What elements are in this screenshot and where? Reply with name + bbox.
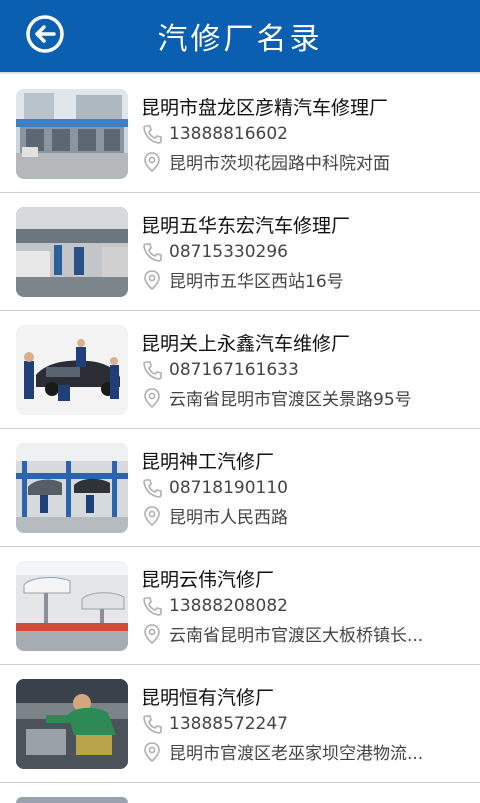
back-arrow-icon	[26, 15, 64, 53]
shop-address: 昆明市五华区西站16号	[169, 272, 344, 292]
top-bar: 汽修厂名录	[0, 0, 480, 72]
phone-number: 13888208082	[169, 596, 288, 616]
list-item[interactable]: 昆明关上永鑫汽车维修厂 087167161633 云南省昆明市官渡区关景路95号	[0, 311, 480, 429]
address-row: 昆明市五华区西站16号	[141, 267, 344, 292]
phone-icon	[143, 243, 162, 262]
location-pin-icon	[144, 151, 160, 172]
phone-number: 13888816602	[169, 124, 288, 144]
address-row: 昆明市人民西路	[141, 503, 288, 528]
address-row: 云南省昆明市官渡区关景路95号	[141, 385, 412, 410]
shop-photo	[16, 443, 128, 533]
phone-row[interactable]: 13888208082	[141, 595, 288, 617]
shop-name: 昆明神工汽修厂	[141, 451, 275, 473]
phone-row[interactable]: 13888816602	[141, 123, 288, 145]
phone-row[interactable]: 08718190110	[141, 477, 288, 499]
location-pin-icon	[144, 741, 160, 762]
shop-name: 昆明恒有汽修厂	[141, 687, 275, 709]
repair-shop-list: 昆明市盘龙区彦精汽车修理厂 13888816602 昆明市茨坝花园路中科院对面	[0, 75, 480, 783]
phone-icon	[143, 597, 162, 616]
back-button[interactable]	[25, 14, 65, 54]
list-item[interactable]: 昆明恒有汽修厂 13888572247 昆明市官渡区老巫家坝空港物流...	[0, 665, 480, 783]
phone-number: 13888572247	[169, 714, 288, 734]
phone-icon	[143, 479, 162, 498]
location-pin-icon	[144, 387, 160, 408]
shop-address: 昆明市人民西路	[169, 508, 288, 528]
shop-name: 昆明五华东宏汽车修理厂	[141, 215, 351, 237]
phone-number: 08718190110	[169, 478, 288, 498]
location-pin-icon	[144, 269, 160, 290]
phone-icon	[143, 361, 162, 380]
shop-name: 昆明云伟汽修厂	[141, 569, 275, 591]
list-item[interactable]: 昆明市盘龙区彦精汽车修理厂 13888816602 昆明市茨坝花园路中科院对面	[0, 75, 480, 193]
list-item[interactable]: 昆明云伟汽修厂 13888208082 云南省昆明市官渡区大板桥镇长...	[0, 547, 480, 665]
phone-icon	[143, 715, 162, 734]
shop-photo	[16, 89, 128, 179]
phone-row[interactable]: 08715330296	[141, 241, 288, 263]
phone-icon	[143, 125, 162, 144]
shop-name: 昆明市盘龙区彦精汽车修理厂	[141, 97, 389, 119]
phone-row[interactable]: 13888572247	[141, 713, 288, 735]
shop-photo	[16, 679, 128, 769]
shop-photo	[16, 207, 128, 297]
list-item[interactable]: 昆明五华东宏汽车修理厂 08715330296 昆明市五华区西站16号	[0, 193, 480, 311]
phone-row[interactable]: 087167161633	[141, 359, 299, 381]
address-row: 昆明市茨坝花园路中科院对面	[141, 149, 390, 174]
phone-number: 08715330296	[169, 242, 288, 262]
shop-name: 昆明关上永鑫汽车维修厂	[141, 333, 351, 355]
location-pin-icon	[144, 505, 160, 526]
shop-photo	[16, 797, 128, 803]
address-row: 云南省昆明市官渡区大板桥镇长...	[141, 621, 423, 646]
page-title: 汽修厂名录	[157, 22, 323, 57]
address-row: 昆明市官渡区老巫家坝空港物流...	[141, 739, 423, 764]
shop-photo	[16, 325, 128, 415]
phone-number: 087167161633	[169, 360, 299, 380]
shop-address: 昆明市茨坝花园路中科院对面	[169, 154, 390, 174]
shop-photo	[16, 561, 128, 651]
list-item[interactable]: 昆明神工汽修厂 08718190110 昆明市人民西路	[0, 429, 480, 547]
shop-address: 昆明市官渡区老巫家坝空港物流...	[169, 744, 424, 764]
shop-address: 云南省昆明市官渡区关景路95号	[169, 390, 412, 410]
list-item-partial[interactable]	[0, 783, 480, 803]
shop-address: 云南省昆明市官渡区大板桥镇长...	[169, 626, 424, 646]
location-pin-icon	[144, 623, 160, 644]
